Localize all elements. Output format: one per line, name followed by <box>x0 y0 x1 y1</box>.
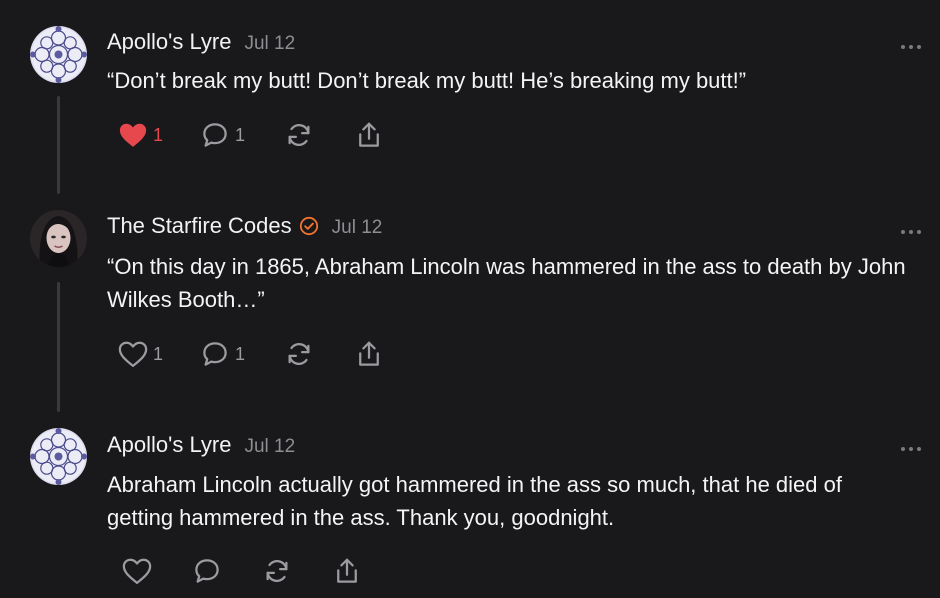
post-date[interactable]: Jul 12 <box>244 436 295 458</box>
more-icon <box>901 447 921 451</box>
post-text: Abraham Lincoln actually got hammered in… <box>107 472 842 530</box>
heart-icon <box>118 341 148 367</box>
comment-count: 1 <box>235 124 246 145</box>
repost-icon <box>288 124 310 146</box>
share-icon <box>359 341 379 366</box>
comment-button[interactable]: 1 <box>200 339 284 369</box>
share-button[interactable] <box>354 120 394 150</box>
like-button[interactable] <box>122 556 192 586</box>
share-icon <box>359 122 379 147</box>
heart-icon <box>119 123 147 147</box>
thread-line <box>57 96 60 194</box>
more-button[interactable] <box>900 223 922 234</box>
more-button[interactable] <box>900 38 922 49</box>
comment-icon <box>203 342 227 366</box>
more-icon <box>901 45 921 49</box>
like-button[interactable]: 1 <box>118 339 200 369</box>
comment-button[interactable]: 1 <box>200 120 284 150</box>
like-count: 1 <box>153 124 164 145</box>
like-count: 1 <box>153 343 164 364</box>
repost-button[interactable] <box>284 339 354 369</box>
action-bar: 1 1 <box>118 339 394 369</box>
comment-button[interactable] <box>192 556 262 586</box>
share-button[interactable] <box>332 556 372 586</box>
repost-icon <box>266 560 288 582</box>
author-name[interactable]: The Starfire Codes <box>107 213 292 239</box>
post-header: The Starfire Codes Jul 12 <box>107 213 382 239</box>
comment-icon <box>195 559 219 583</box>
repost-icon <box>288 343 310 365</box>
post-header: Apollo's Lyre Jul 12 <box>107 29 295 55</box>
post-text: “On this day in 1865, Abraham Lincoln wa… <box>107 254 906 312</box>
more-button[interactable] <box>900 440 922 451</box>
action-bar <box>122 556 372 586</box>
post-text: “Don’t break my butt! Don’t break my but… <box>107 68 747 93</box>
share-icon <box>337 558 357 583</box>
repost-button[interactable] <box>284 120 354 150</box>
avatar[interactable] <box>30 26 87 83</box>
author-name[interactable]: Apollo's Lyre <box>107 432 231 458</box>
post-header: Apollo's Lyre Jul 12 <box>107 432 295 458</box>
comment-count: 1 <box>235 343 246 364</box>
post-date[interactable]: Jul 12 <box>244 33 295 55</box>
action-bar: 1 1 <box>118 120 394 150</box>
post-date[interactable]: Jul 12 <box>332 217 383 239</box>
avatar[interactable] <box>30 428 87 485</box>
more-icon <box>901 230 921 234</box>
share-button[interactable] <box>354 339 394 369</box>
repost-button[interactable] <box>262 556 332 586</box>
comment-icon <box>203 123 227 147</box>
heart-icon <box>122 558 152 584</box>
avatar[interactable] <box>30 210 87 267</box>
like-button[interactable]: 1 <box>118 120 200 150</box>
verified-icon <box>299 216 318 236</box>
thread-line <box>57 282 60 412</box>
author-name[interactable]: Apollo's Lyre <box>107 29 231 55</box>
